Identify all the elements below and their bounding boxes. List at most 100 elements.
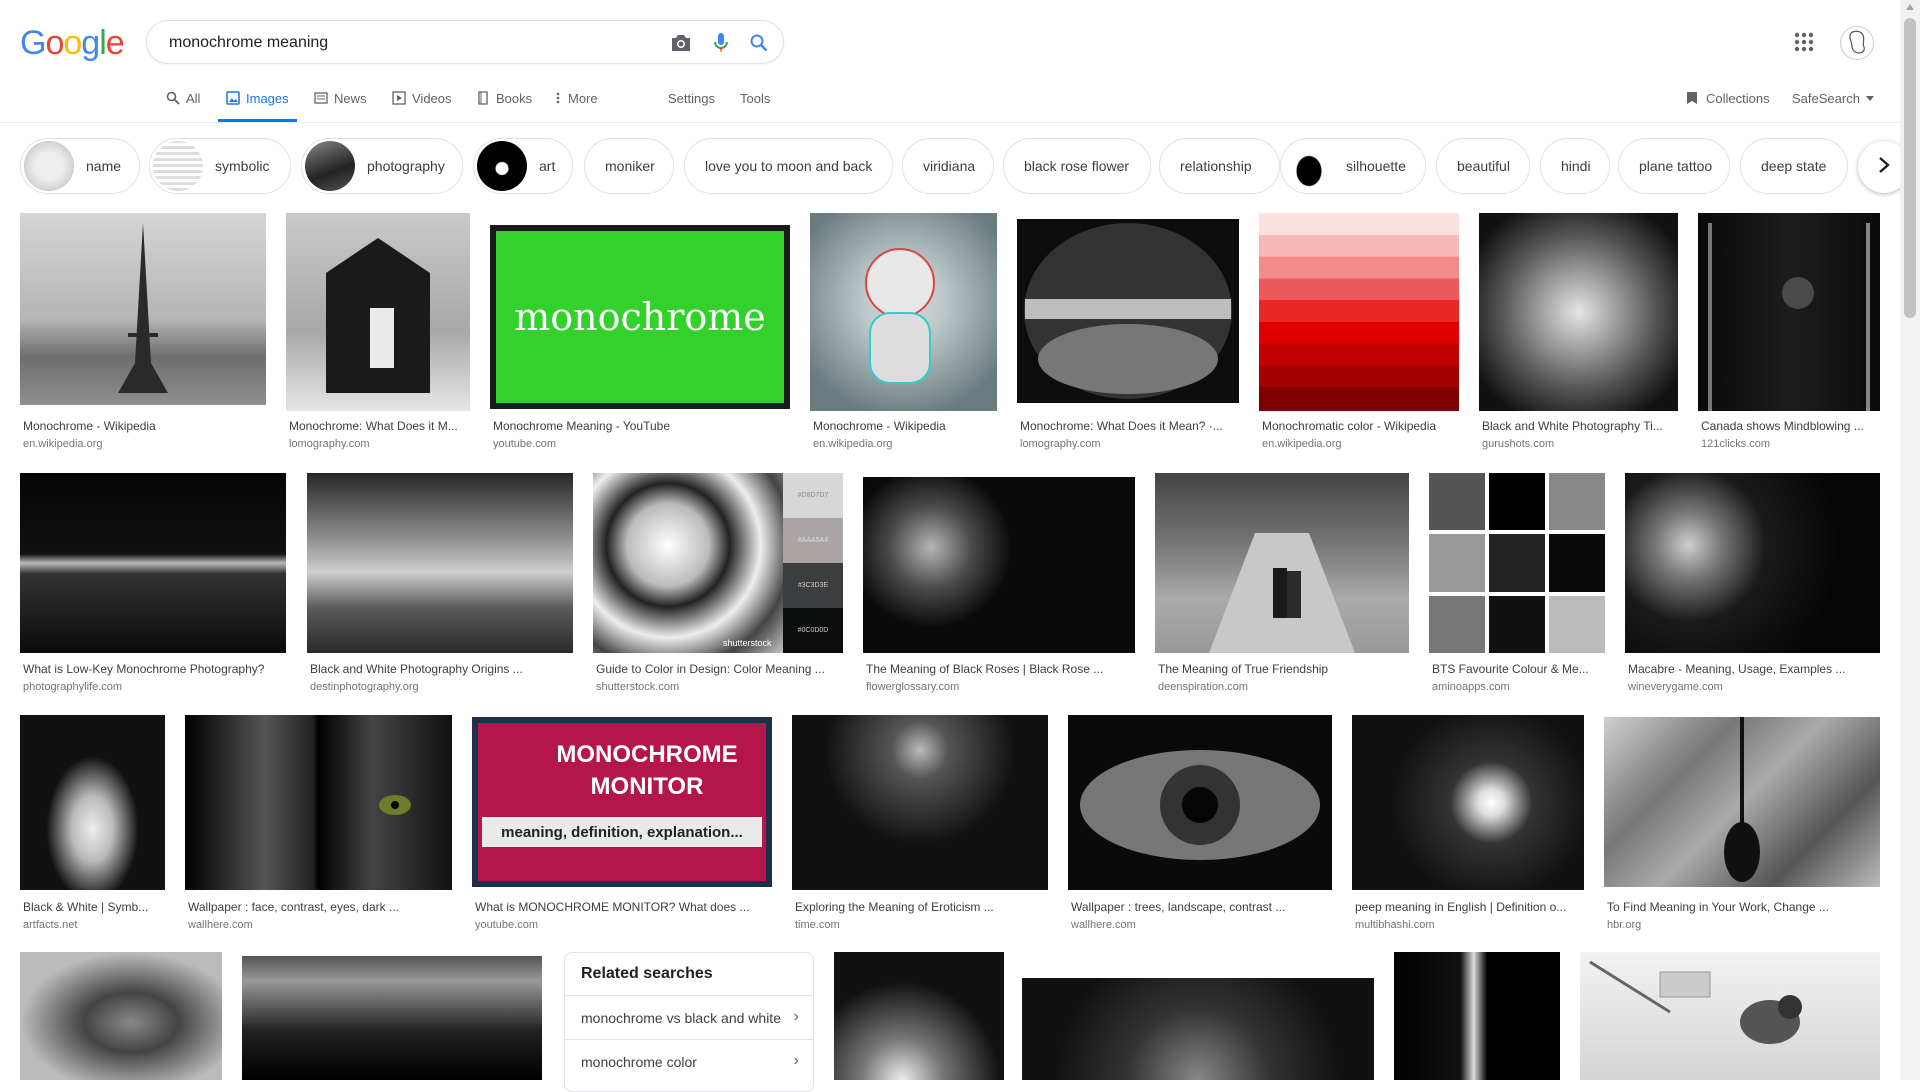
image-result[interactable]: Macabre - Meaning, Usage, Examples ... w… bbox=[1625, 473, 1880, 697]
chip-symbolic[interactable]: symbolic bbox=[149, 138, 291, 194]
chip-beautiful[interactable]: beautiful bbox=[1436, 138, 1530, 194]
image-result[interactable]: Monochromatic color - Wikipedia en.wikip… bbox=[1259, 213, 1459, 453]
result-title: Wallpaper : trees, landscape, contrast .… bbox=[1071, 900, 1286, 914]
image-result[interactable]: MONOCHROME MONITOR meaning, definition, … bbox=[472, 715, 772, 935]
image-result[interactable]: Black and White Photography Origins ... … bbox=[307, 473, 573, 697]
chip-label: symbolic bbox=[215, 158, 270, 174]
image-result[interactable]: BTS Favourite Colour & Me... aminoapps.c… bbox=[1429, 473, 1605, 697]
apps-grid-icon[interactable] bbox=[1794, 32, 1818, 56]
result-image bbox=[1580, 952, 1880, 1080]
chip-thumbnail bbox=[1284, 141, 1334, 191]
chip-plane-tattoo[interactable]: plane tattoo bbox=[1618, 138, 1730, 194]
result-image bbox=[1068, 715, 1332, 890]
tab-label: Books bbox=[496, 91, 533, 106]
chip-black-rose-flower[interactable]: black rose flower bbox=[1003, 138, 1151, 194]
chip-label: deep state bbox=[1761, 158, 1827, 174]
tab-tools[interactable]: Tools bbox=[740, 86, 770, 122]
result-title: Monochrome: What Does it M... bbox=[289, 419, 458, 433]
image-result[interactable] bbox=[242, 956, 542, 1080]
swatch: #3C3D3E bbox=[783, 563, 843, 608]
result-source: destinphotography.org bbox=[310, 681, 419, 693]
tab-images[interactable]: Images bbox=[218, 86, 297, 122]
tab-videos[interactable]: Videos bbox=[392, 86, 452, 122]
page-scrollbar[interactable] bbox=[1900, 0, 1920, 1080]
tab-label: Images bbox=[246, 91, 289, 106]
chip-moniker[interactable]: moniker bbox=[584, 138, 674, 194]
play-icon bbox=[392, 91, 406, 105]
chip-label: photography bbox=[367, 158, 445, 174]
chip-silhouette[interactable]: silhouette bbox=[1280, 138, 1426, 194]
account-avatar[interactable] bbox=[1840, 26, 1874, 60]
result-title: The Meaning of True Friendship bbox=[1158, 662, 1329, 676]
result-title: Black & White | Symb... bbox=[23, 900, 149, 914]
image-result[interactable]: Wallpaper : trees, landscape, contrast .… bbox=[1068, 715, 1332, 935]
image-result[interactable]: To Find Meaning in Your Work, Change ...… bbox=[1604, 715, 1880, 935]
chip-deep-state[interactable]: deep state bbox=[1740, 138, 1848, 194]
chip-love-you-to-moon-and-back[interactable]: love you to moon and back bbox=[684, 138, 893, 194]
image-result[interactable] bbox=[1394, 952, 1560, 1080]
chip-viridiana[interactable]: viridiana bbox=[902, 138, 994, 194]
chip-label: black rose flower bbox=[1024, 158, 1130, 174]
image-result[interactable]: The Meaning of Black Roses | Black Rose … bbox=[863, 473, 1135, 697]
chip-art[interactable]: art bbox=[473, 138, 573, 194]
scroll-up-arrow[interactable] bbox=[1906, 4, 1914, 10]
image-result[interactable]: peep meaning in English | Definition o..… bbox=[1352, 715, 1584, 935]
image-result[interactable]: Monochrome - Wikipedia en.wikipedia.org bbox=[810, 213, 997, 453]
result-title: Guide to Color in Design: Color Meaning … bbox=[596, 662, 825, 676]
camera-icon[interactable] bbox=[669, 31, 693, 55]
safesearch-label: SafeSearch bbox=[1792, 91, 1860, 106]
related-search-item[interactable]: monochrome vs black and white › bbox=[565, 995, 813, 1039]
image-result[interactable] bbox=[834, 952, 1004, 1080]
tab-label: Settings bbox=[668, 91, 715, 106]
tab-label: All bbox=[186, 91, 201, 106]
image-result[interactable]: monochrome Monochrome Meaning - YouTube … bbox=[490, 213, 790, 453]
result-source: en.wikipedia.org bbox=[1262, 438, 1342, 450]
tab-news[interactable]: News bbox=[314, 86, 367, 122]
result-source: deenspiration.com bbox=[1158, 681, 1248, 693]
more-vert-icon bbox=[556, 91, 562, 105]
result-source: wallhere.com bbox=[1071, 919, 1136, 931]
result-source: en.wikipedia.org bbox=[813, 438, 893, 450]
tab-all[interactable]: All bbox=[166, 86, 200, 122]
image-result[interactable]: Black and White Photography Ti... gurush… bbox=[1479, 213, 1678, 453]
safesearch-dropdown[interactable]: SafeSearch bbox=[1792, 86, 1874, 122]
image-result[interactable]: Exploring the Meaning of Eroticism ... t… bbox=[792, 715, 1048, 935]
result-image: monochrome bbox=[490, 225, 790, 409]
search-input[interactable] bbox=[167, 31, 631, 55]
image-result[interactable]: Monochrome - Wikipedia en.wikipedia.org bbox=[20, 213, 266, 453]
image-result[interactable]: Monochrome: What Does it M... lomography… bbox=[286, 213, 470, 453]
image-result[interactable]: The Meaning of True Friendship deenspira… bbox=[1155, 473, 1409, 697]
tab-books[interactable]: Books bbox=[476, 86, 532, 122]
image-result[interactable] bbox=[1022, 952, 1374, 1080]
chip-label: hindi bbox=[1561, 158, 1591, 174]
google-logo[interactable]: Google bbox=[20, 24, 125, 63]
chip-hindi[interactable]: hindi bbox=[1540, 138, 1610, 194]
result-image bbox=[1155, 473, 1409, 653]
image-result[interactable]: Black & White | Symb... artfacts.net bbox=[20, 715, 165, 935]
tab-settings[interactable]: Settings bbox=[668, 86, 715, 122]
result-source: multibhashi.com bbox=[1355, 919, 1435, 931]
result-title: BTS Favourite Colour & Me... bbox=[1432, 662, 1589, 676]
chip-thumbnail bbox=[153, 141, 203, 191]
result-image bbox=[1698, 213, 1880, 411]
related-search-item[interactable]: monochrome color › bbox=[565, 1039, 813, 1083]
chip-photography[interactable]: photography bbox=[301, 138, 463, 194]
chip-relationship[interactable]: relationship bbox=[1159, 138, 1280, 194]
image-result[interactable] bbox=[1580, 952, 1880, 1080]
result-title: To Find Meaning in Your Work, Change ... bbox=[1607, 900, 1829, 914]
image-result[interactable]: Monochrome: What Does it Mean? ·... lomo… bbox=[1017, 213, 1239, 453]
tab-more[interactable]: More bbox=[556, 86, 598, 122]
result-image bbox=[863, 477, 1135, 653]
image-result[interactable]: Wallpaper : face, contrast, eyes, dark .… bbox=[185, 715, 452, 935]
chip-name[interactable]: name bbox=[20, 138, 140, 194]
result-image bbox=[1394, 952, 1560, 1080]
image-result[interactable]: What is Low-Key Monochrome Photography? … bbox=[20, 473, 286, 697]
search-icon[interactable] bbox=[747, 31, 771, 55]
image-result[interactable]: #D8D7D7 #AAA5A4 #3C3D3E #0C0D0D shutters… bbox=[593, 473, 843, 697]
collections-link[interactable]: Collections bbox=[1686, 86, 1770, 122]
image-result[interactable] bbox=[20, 952, 222, 1080]
mic-icon[interactable] bbox=[709, 31, 733, 55]
swatch: #AAA5A4 bbox=[783, 518, 843, 563]
image-result[interactable]: Canada shows Mindblowing ... 121clicks.c… bbox=[1698, 213, 1880, 453]
scrollbar-thumb[interactable] bbox=[1904, 18, 1916, 318]
